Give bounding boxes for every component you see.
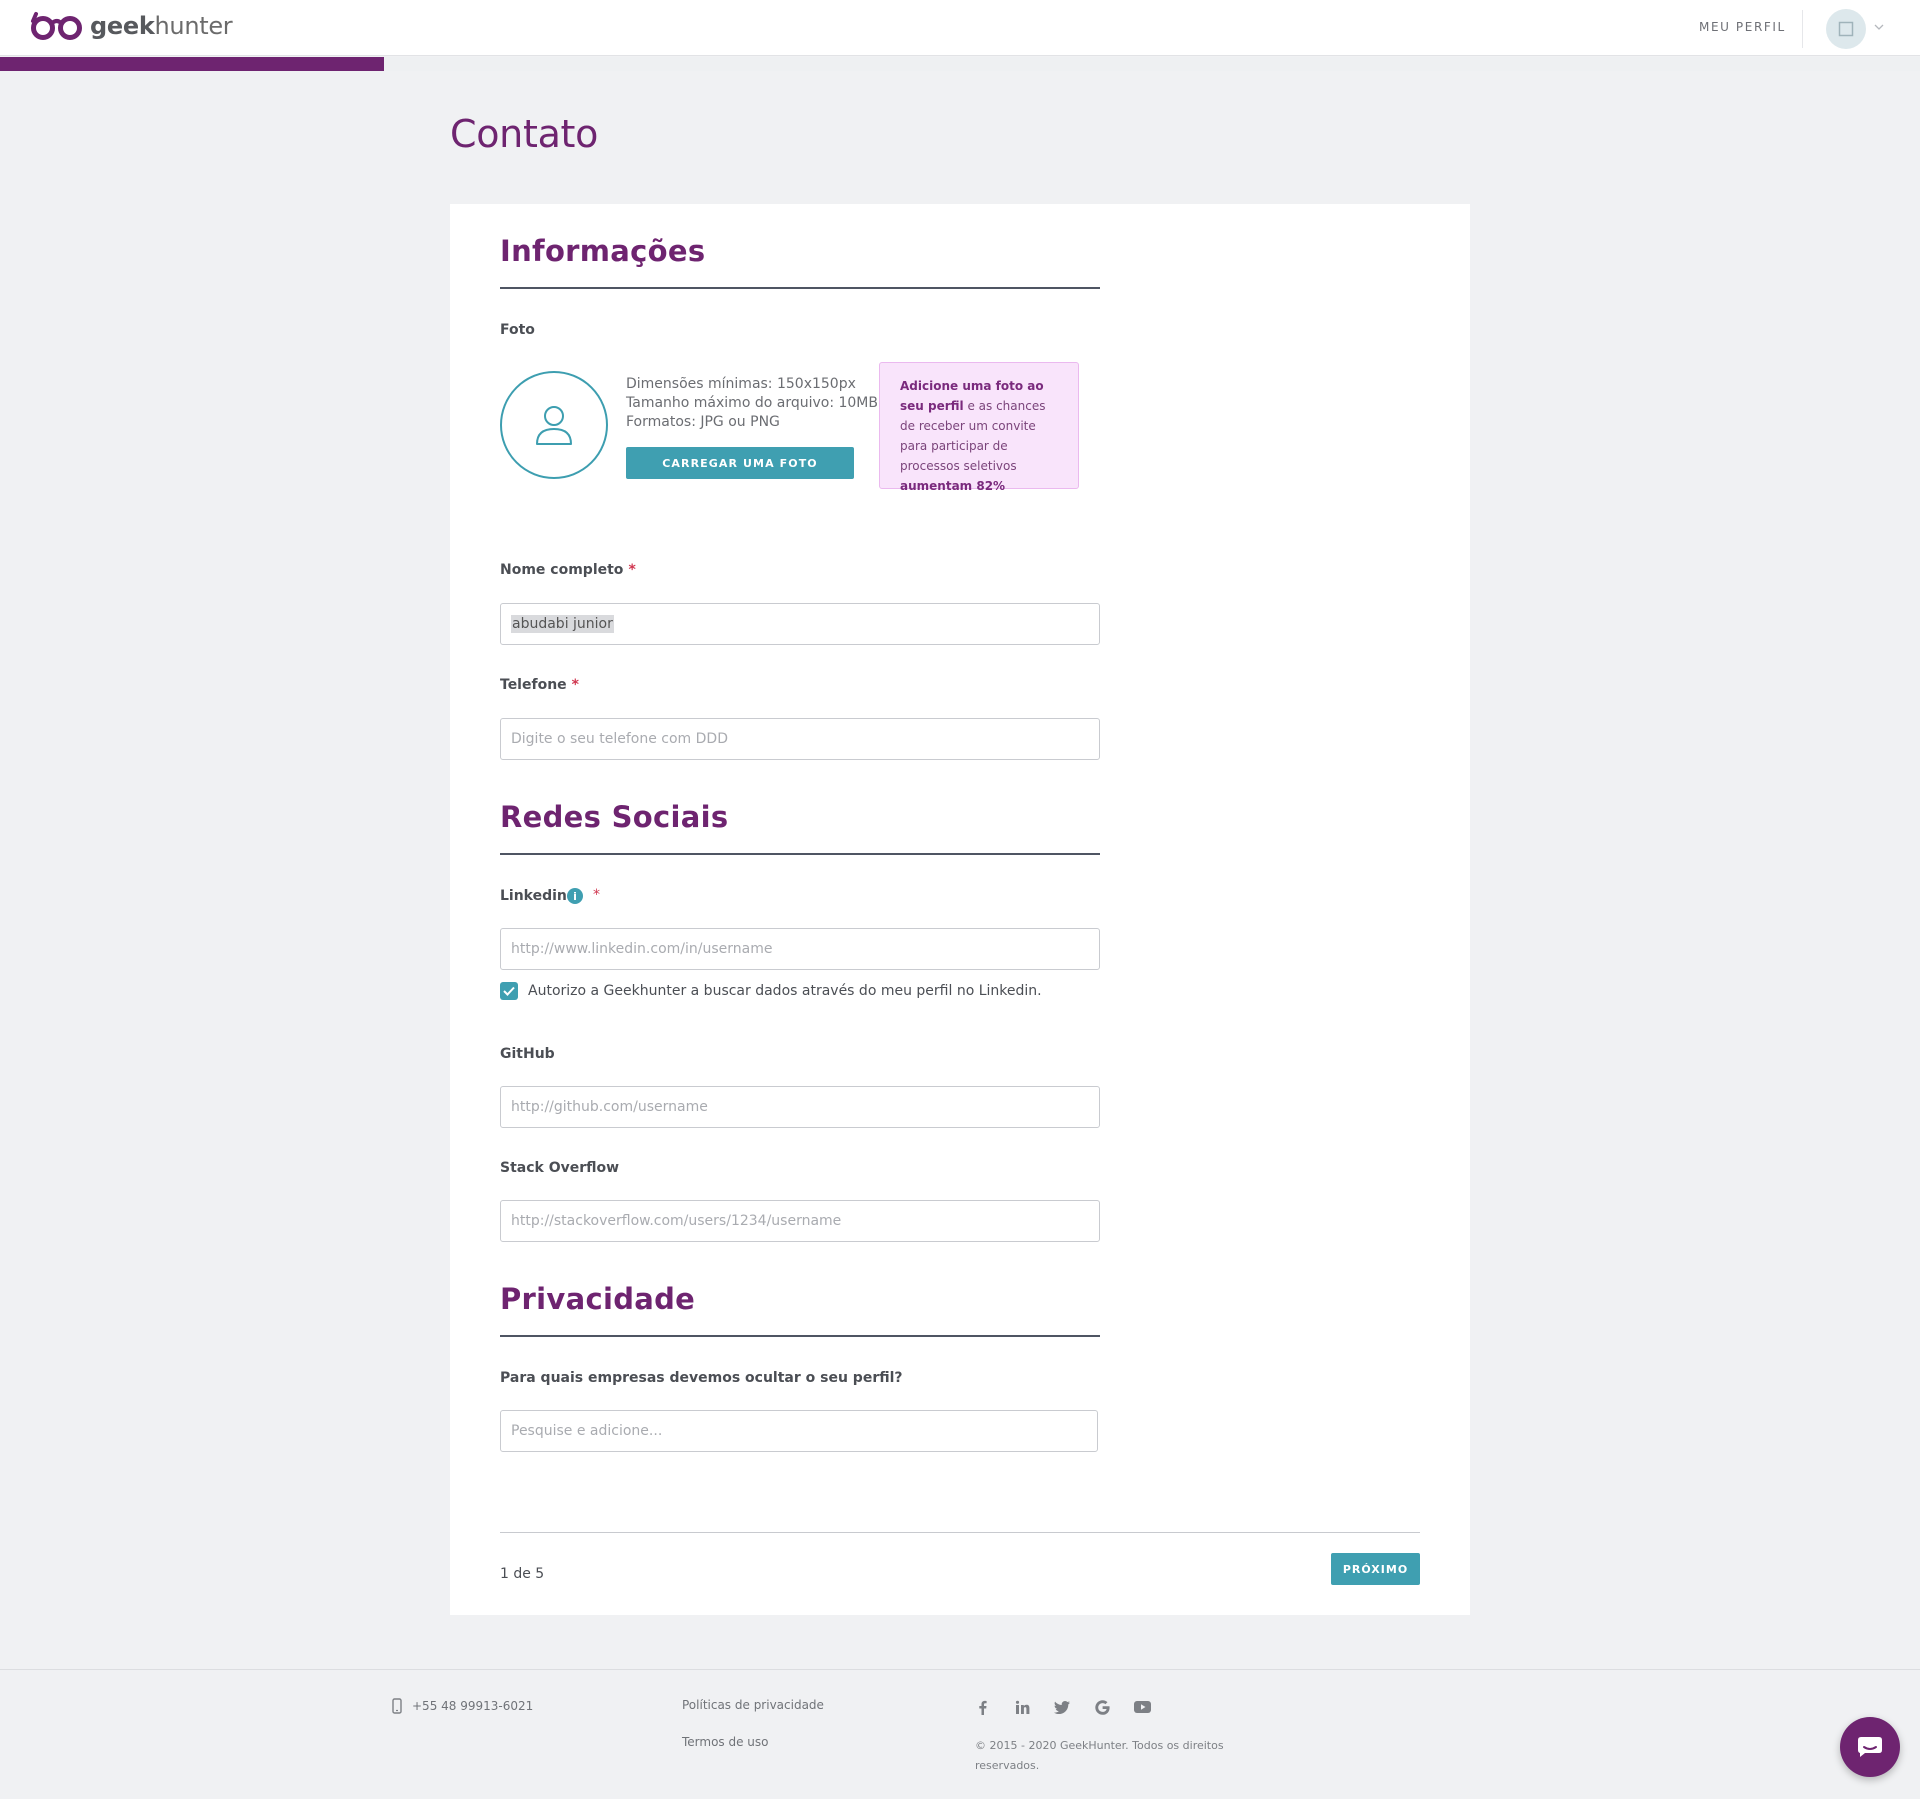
required-asterisk: *	[571, 677, 579, 693]
full-name-input[interactable]: abudabi junior	[500, 603, 1100, 645]
company-search-input[interactable]	[500, 1410, 1098, 1452]
footer-divider	[500, 1532, 1420, 1533]
stackoverflow-input[interactable]	[500, 1200, 1100, 1242]
twitter-icon[interactable]	[1053, 1698, 1071, 1716]
stackoverflow-label: Stack Overflow	[500, 1160, 620, 1176]
nav-meu-perfil[interactable]: MEU PERFIL	[1699, 20, 1786, 34]
chat-icon	[1858, 1737, 1882, 1757]
info-icon[interactable]: i	[567, 888, 583, 904]
required-asterisk: *	[593, 887, 600, 903]
geekhunter-logo[interactable]: geekhunter	[30, 11, 233, 41]
full-name-value: abudabi junior	[511, 615, 614, 633]
linkedin-label: Linkedin	[500, 888, 567, 904]
tip-bold-stat: aumentam 82%	[900, 479, 1006, 493]
github-input[interactable]	[500, 1086, 1100, 1128]
top-header: geekhunter MEU PERFIL	[0, 0, 1920, 56]
phone-label: Telefone *	[500, 677, 579, 693]
logo-wordmark: geekhunter	[90, 12, 233, 40]
facebook-icon[interactable]	[973, 1698, 991, 1716]
page-title: Contato	[450, 112, 599, 156]
next-button[interactable]: PRÓXIMO	[1331, 1553, 1420, 1585]
google-icon[interactable]	[1093, 1698, 1111, 1716]
footer-phone-number: +55 48 99913-6021	[412, 1699, 534, 1713]
required-asterisk: *	[628, 562, 636, 578]
section-divider	[500, 853, 1100, 855]
privacy-policy-link[interactable]: Políticas de privacidade	[682, 1698, 824, 1712]
section-divider	[500, 1335, 1100, 1337]
user-icon	[536, 406, 572, 445]
photo-placeholder[interactable]	[500, 371, 608, 479]
avatar-placeholder-icon	[1838, 21, 1854, 37]
form-card: Informações Foto Dimensões mínimas: 150x…	[450, 204, 1470, 1615]
linkedin-consent-checkbox[interactable]	[500, 982, 518, 1000]
phone-icon	[392, 1698, 402, 1714]
photo-max-size: Tamanho máximo do arquivo: 10MB	[626, 395, 878, 411]
linkedin-icon[interactable]	[1013, 1698, 1031, 1716]
full-name-label: Nome completo *	[500, 562, 636, 578]
header-divider	[1802, 10, 1803, 48]
youtube-icon[interactable]	[1133, 1698, 1151, 1716]
onboarding-progress-bar	[0, 57, 1920, 71]
phone-input[interactable]	[500, 718, 1100, 760]
photo-min-dimensions: Dimensões mínimas: 150x150px	[626, 376, 856, 392]
user-avatar[interactable]	[1826, 9, 1866, 49]
hide-profile-question: Para quais empresas devemos ocultar o se…	[500, 1370, 903, 1386]
photo-tip-box: Adicione uma foto ao seu perfil e as cha…	[879, 362, 1079, 493]
progress-fill	[0, 57, 384, 71]
chat-widget-button[interactable]	[1840, 1717, 1900, 1777]
photo-label: Foto	[500, 322, 535, 338]
github-label: GitHub	[500, 1046, 555, 1062]
chevron-down-icon[interactable]	[1874, 20, 1884, 34]
section-title-informacoes: Informações	[500, 234, 706, 268]
glasses-logo-icon	[31, 12, 82, 40]
social-links	[973, 1698, 1151, 1716]
footer-top-border	[0, 1669, 1920, 1670]
footer-copyright: © 2015 - 2020 GeekHunter. Todos os direi…	[975, 1739, 1224, 1772]
step-indicator: 1 de 5	[500, 1566, 545, 1582]
linkedin-consent-label[interactable]: Autorizo a Geekhunter a buscar dados atr…	[528, 983, 1042, 999]
section-title-privacidade: Privacidade	[500, 1282, 696, 1316]
upload-photo-button[interactable]: CARREGAR UMA FOTO	[626, 447, 854, 479]
terms-of-use-link[interactable]: Termos de uso	[682, 1735, 769, 1749]
photo-requirements: Dimensões mínimas: 150x150px Tamanho máx…	[626, 375, 878, 432]
section-title-redes-sociais: Redes Sociais	[500, 800, 729, 834]
checkmark-icon	[503, 986, 515, 996]
photo-formats: Formatos: JPG ou PNG	[626, 414, 780, 430]
footer-phone: +55 48 99913-6021	[392, 1698, 533, 1714]
linkedin-input[interactable]	[500, 928, 1100, 970]
section-divider	[500, 287, 1100, 289]
